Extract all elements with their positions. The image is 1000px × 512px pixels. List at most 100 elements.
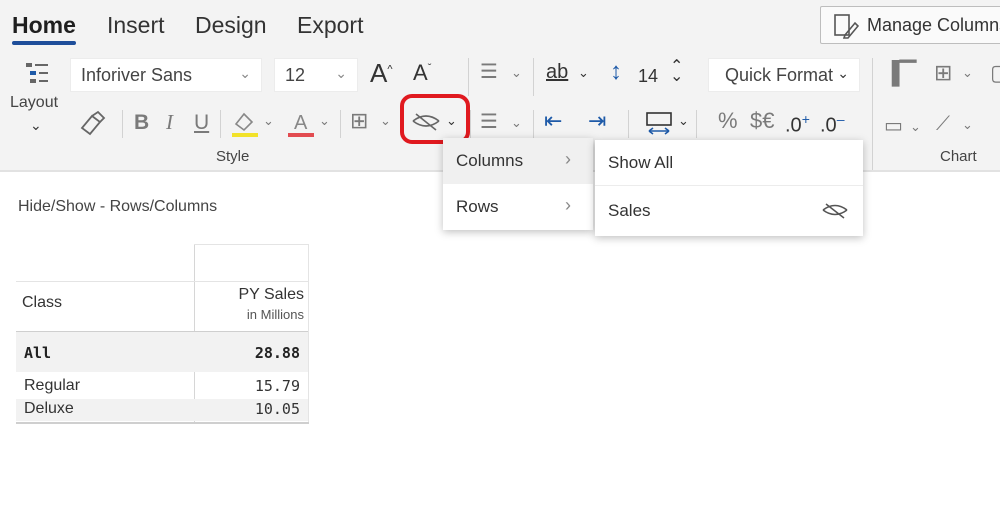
hide-show-menu: Columns › Rows ›: [443, 138, 593, 230]
row-value: 10.05: [254, 400, 300, 418]
divider: [220, 110, 221, 138]
chevron-down-icon[interactable]: ⌄: [678, 114, 689, 127]
style-group-caption: Style: [216, 148, 250, 165]
columns-submenu: Show All Sales: [595, 140, 863, 236]
percent-format-icon[interactable]: %: [718, 110, 738, 132]
divider: [533, 58, 534, 96]
column-header-label: PY Sales: [238, 286, 304, 303]
underline-icon[interactable]: U: [194, 112, 209, 133]
header-border: [16, 281, 308, 282]
tab-insert[interactable]: Insert: [107, 12, 165, 39]
quick-format-select[interactable]: Quick Format ⌄: [708, 58, 860, 92]
divider: [696, 110, 697, 138]
chevron-down-icon[interactable]: ⌄: [511, 116, 522, 129]
align-lines-icon[interactable]: ☰: [480, 112, 498, 132]
increase-font-size-icon[interactable]: A^: [370, 60, 393, 86]
row-height-value: 14: [638, 66, 659, 86]
font-size-value: 12: [285, 65, 306, 85]
hidden-eye-icon[interactable]: [821, 202, 849, 225]
chevron-down-icon[interactable]: ⌄: [511, 66, 522, 79]
chevron-down-icon[interactable]: ⌄: [380, 114, 391, 127]
svg-text:A: A: [294, 112, 308, 134]
column-subheader-label: in Millions: [246, 307, 304, 322]
header-border: [194, 244, 308, 245]
manage-columns-button[interactable]: Manage Columns: [820, 6, 1000, 44]
manage-columns-label: Manage Columns: [867, 15, 1000, 35]
tab-home[interactable]: Home: [12, 12, 76, 39]
sales-column-label: Sales: [608, 201, 651, 220]
quick-format-label: Quick Format: [725, 65, 834, 85]
chevron-right-icon: ›: [565, 195, 571, 215]
highlight-annotation: [400, 94, 470, 144]
text-wrap-icon[interactable]: ab: [546, 62, 568, 82]
align-justify-icon[interactable]: ☰: [480, 62, 498, 82]
font-size-select[interactable]: 12 ⌄: [274, 58, 358, 92]
chart-bar-icon[interactable]: ▐▔: [884, 62, 917, 84]
divider: [628, 110, 629, 138]
menu-item-show-all[interactable]: Show All: [595, 140, 863, 186]
table-row: Deluxe 10.05: [16, 399, 308, 421]
chart-tree-icon[interactable]: ⊞: [934, 62, 952, 84]
chevron-down-icon: ⌄: [837, 65, 849, 81]
font-family-value: Inforiver Sans: [81, 65, 193, 85]
chevron-down-icon[interactable]: ⌄: [578, 66, 589, 79]
increase-decimal-icon[interactable]: .0+: [785, 112, 810, 136]
italic-icon[interactable]: I: [166, 112, 173, 133]
layout-icon[interactable]: [24, 60, 50, 91]
decrease-font-size-icon[interactable]: Aˇ: [413, 62, 431, 84]
divider: [470, 110, 471, 138]
font-color-icon[interactable]: A: [286, 110, 316, 142]
row-label: Regular: [24, 377, 81, 394]
show-all-label: Show All: [608, 153, 674, 172]
stepper-icon[interactable]: ⌃ ⌄: [670, 59, 683, 85]
edit-columns-icon: [833, 13, 860, 44]
table-right-border: [308, 244, 309, 424]
chevron-down-icon[interactable]: ⌄: [263, 114, 274, 127]
decrease-decimal-label: .0: [820, 114, 837, 137]
row-label: All: [24, 344, 52, 362]
chevron-down-icon: ⌄: [335, 65, 347, 81]
format-painter-icon[interactable]: [78, 110, 106, 140]
data-table: Class PY Sales in Millions All 28.88 Reg…: [16, 244, 310, 424]
divider: [872, 58, 873, 170]
divider: [122, 110, 123, 138]
divider: [468, 58, 469, 96]
borders-icon[interactable]: ⊞: [350, 110, 368, 132]
tab-export[interactable]: Export: [297, 12, 363, 39]
line-chart-icon[interactable]: ⟋: [936, 114, 950, 134]
chart-box-icon[interactable]: ▢: [990, 62, 1000, 84]
menu-item-rows[interactable]: Rows ›: [443, 184, 593, 230]
chevron-right-icon: ›: [565, 149, 571, 169]
outdent-icon[interactable]: ⇤: [544, 110, 562, 132]
layout-chevron-icon[interactable]: ⌄: [30, 118, 42, 132]
chevron-down-icon[interactable]: ⌄: [962, 66, 973, 79]
menu-item-columns-label: Columns: [456, 151, 524, 170]
layout-label[interactable]: Layout: [10, 94, 58, 112]
row-header-label: Class: [22, 294, 63, 311]
increase-decimal-label: .0: [785, 114, 802, 137]
active-tab-indicator: [12, 41, 76, 45]
row-value: 15.79: [254, 377, 300, 395]
indent-icon[interactable]: ⇥: [588, 110, 606, 132]
chevron-down-icon[interactable]: ⌄: [910, 120, 921, 133]
divider: [340, 110, 341, 138]
menu-item-columns[interactable]: Columns ›: [443, 138, 593, 184]
tab-design[interactable]: Design: [195, 12, 267, 39]
table-row: Regular 15.79: [16, 376, 308, 398]
menu-item-sales[interactable]: Sales: [595, 188, 863, 234]
bold-icon[interactable]: B: [134, 112, 149, 133]
currency-format-icon[interactable]: $€: [750, 110, 774, 132]
row-label: Deluxe: [24, 400, 74, 417]
column-width-icon[interactable]: [645, 110, 673, 140]
chevron-down-icon[interactable]: ⌄: [319, 114, 330, 127]
row-height-icon[interactable]: ↕: [610, 60, 622, 84]
chart-group-caption: Chart: [940, 148, 977, 165]
decrease-decimal-icon[interactable]: .0–: [820, 112, 844, 136]
fill-color-icon[interactable]: [230, 110, 260, 142]
divider: [533, 110, 534, 138]
font-family-select[interactable]: Inforiver Sans ⌄: [70, 58, 262, 92]
chevron-down-icon[interactable]: ⌄: [962, 118, 973, 131]
row-value: 28.88: [254, 344, 300, 362]
chart-bar-horizontal-icon[interactable]: ▭: [884, 116, 903, 136]
chevron-down-icon: ⌄: [239, 65, 251, 81]
